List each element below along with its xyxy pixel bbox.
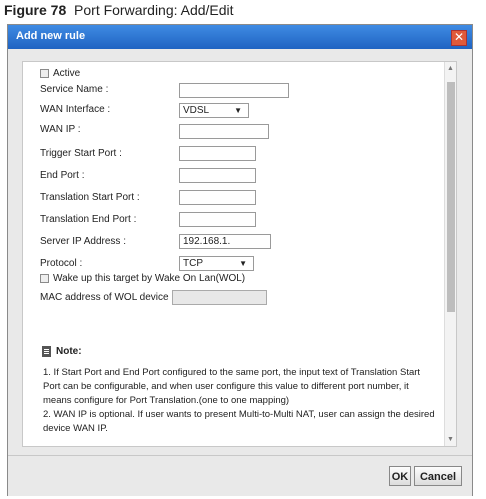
dialog-title: Add new rule (16, 30, 86, 42)
scrollbar-thumb[interactable] (447, 82, 455, 312)
server-ip-label: Server IP Address : (40, 236, 126, 247)
content-scrollbar[interactable]: ▲ ▼ (444, 62, 456, 446)
translation-start-port-label: Translation Start Port : (40, 192, 140, 203)
wan-interface-select[interactable]: VDSL ▼ (179, 103, 249, 118)
mac-address-label: MAC address of WOL device (40, 292, 169, 303)
dialog-footer: OK Cancel (8, 455, 472, 496)
figure-number: Figure 78 (4, 2, 67, 18)
end-port-label: End Port : (40, 170, 85, 181)
dialog-titlebar: Add new rule ✕ (8, 25, 472, 49)
wan-ip-label: WAN IP : (40, 124, 81, 135)
figure-title: Port Forwarding: Add/Edit (74, 2, 234, 18)
note-icon (42, 346, 51, 357)
chevron-down-icon: ▼ (239, 259, 247, 268)
trigger-start-port-label: Trigger Start Port : (40, 148, 122, 159)
note-title: Note: (56, 346, 82, 357)
wol-label: Wake up this target by Wake On Lan(WOL) (53, 273, 246, 284)
mac-address-input[interactable] (172, 290, 267, 305)
protocol-value: TCP (183, 258, 203, 269)
active-label: Active (53, 68, 81, 79)
translation-end-port-input[interactable] (179, 212, 256, 227)
dialog-content: Active Service Name : WAN Interface : VD… (22, 61, 457, 447)
wol-checkbox[interactable] (40, 274, 49, 283)
ok-button[interactable]: OK (389, 466, 411, 486)
protocol-label: Protocol : (40, 258, 83, 269)
translation-start-port-input[interactable] (179, 190, 256, 205)
service-name-label: Service Name : (40, 84, 109, 95)
protocol-select[interactable]: TCP ▼ (179, 256, 254, 271)
chevron-down-icon: ▼ (234, 106, 242, 115)
translation-end-port-label: Translation End Port : (40, 214, 137, 225)
figure-caption: Figure 78 Port Forwarding: Add/Edit (4, 2, 234, 18)
active-checkbox[interactable] (40, 69, 49, 78)
wan-ip-input[interactable] (179, 124, 269, 139)
scroll-down-icon[interactable]: ▼ (447, 436, 454, 443)
end-port-input[interactable] (179, 168, 256, 183)
service-name-input[interactable] (179, 83, 289, 98)
server-ip-input[interactable]: 192.168.1. (179, 234, 271, 249)
close-icon[interactable]: ✕ (451, 30, 467, 46)
wan-interface-label: WAN Interface : (40, 104, 111, 115)
scroll-up-icon[interactable]: ▲ (447, 65, 454, 72)
wan-interface-value: VDSL (183, 105, 210, 116)
note-line: 2. WAN IP is optional. If user wants to … (43, 409, 435, 434)
cancel-button[interactable]: Cancel (414, 466, 462, 486)
add-rule-dialog: Add new rule ✕ Active Service Name : WAN… (7, 24, 473, 496)
note-line: 1. If Start Port and End Port configured… (43, 367, 421, 406)
trigger-start-port-input[interactable] (179, 146, 256, 161)
note-body: 1. If Start Port and End Port configured… (43, 366, 438, 436)
